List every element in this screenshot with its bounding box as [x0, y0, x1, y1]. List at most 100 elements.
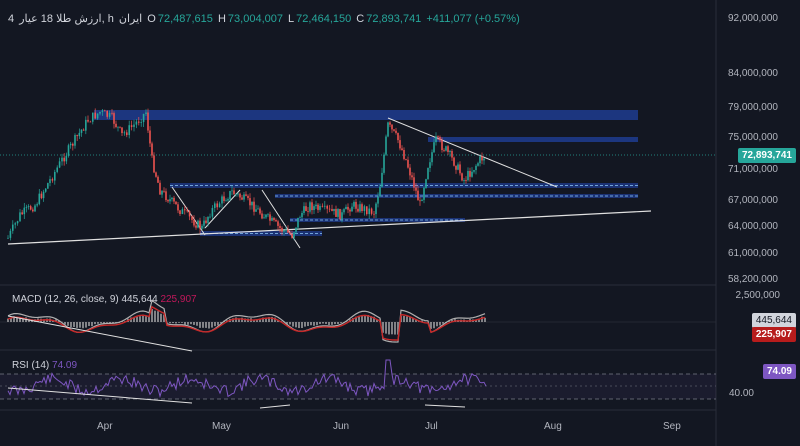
candle — [76, 135, 78, 137]
candle — [74, 135, 76, 146]
macd-histogram-bar — [304, 322, 306, 327]
candle — [293, 232, 295, 238]
candle — [265, 214, 267, 218]
candle — [223, 196, 225, 201]
close-label: C — [356, 13, 365, 25]
candle — [319, 205, 321, 210]
trading-chart[interactable]: 4 ارزش طلا 18 عیار, h ایران O 72,487,615 … — [0, 0, 800, 446]
candle — [385, 136, 387, 155]
candle — [147, 112, 149, 131]
rsi-value-tag: 74.09 — [762, 364, 796, 379]
candle — [283, 230, 285, 232]
candle — [287, 229, 289, 233]
candle — [335, 208, 337, 217]
rsi-legend: RSI (14) 74.09 — [12, 360, 77, 371]
current-price-tag: 72,893,741 — [737, 148, 796, 163]
candle — [355, 201, 357, 209]
candle — [54, 171, 56, 181]
exchange-name: ایران — [118, 13, 143, 25]
candle — [145, 112, 147, 115]
candle — [197, 220, 199, 228]
candle — [247, 195, 249, 199]
candle — [253, 201, 255, 212]
candle — [27, 206, 30, 207]
macd-histogram-bar — [217, 322, 219, 326]
macd-axis-label: 2,500,000 — [735, 290, 781, 301]
macd-histogram-bar — [208, 322, 210, 329]
candle — [469, 170, 471, 177]
macd-histogram-bar — [187, 322, 189, 325]
macd-histogram-bar — [439, 322, 441, 326]
candle — [177, 204, 179, 211]
trendline — [204, 189, 241, 229]
candle — [89, 121, 92, 123]
price-axis-label: 84,000,000 — [727, 68, 778, 79]
candle — [19, 212, 21, 222]
time-axis-label: Jun — [333, 421, 350, 432]
candle — [357, 208, 359, 212]
chart-canvas[interactable] — [0, 0, 800, 446]
candle — [413, 177, 415, 188]
macd-histogram-bar — [136, 316, 138, 322]
candle — [23, 207, 26, 215]
candle — [407, 159, 409, 168]
candle — [58, 161, 61, 168]
candle — [203, 220, 205, 226]
candle — [229, 191, 231, 200]
candle — [123, 132, 126, 134]
macd-histogram-bar — [199, 322, 201, 328]
candle — [227, 199, 229, 201]
candle — [427, 167, 429, 180]
candle — [333, 208, 335, 211]
interval-label: 4 — [8, 13, 15, 25]
candle — [241, 197, 243, 200]
candle — [40, 193, 43, 199]
candle — [94, 112, 96, 119]
candle — [383, 154, 385, 173]
open-value: 72,487,615 — [157, 13, 213, 25]
candle — [366, 206, 368, 215]
macd-histogram-bar — [79, 322, 81, 328]
candle — [151, 143, 153, 156]
macd-histogram-bar — [181, 322, 183, 323]
macd-histogram-bar — [313, 322, 315, 326]
macd-histogram-bar — [322, 322, 324, 324]
high-label: H — [217, 13, 226, 25]
candle — [479, 156, 481, 164]
candle — [173, 197, 175, 202]
candle — [9, 230, 12, 238]
candle — [324, 205, 326, 207]
rsi-axis-label: 40.00 — [728, 388, 754, 399]
candle — [339, 208, 341, 220]
candle — [326, 205, 328, 209]
candle — [195, 225, 197, 228]
candle — [281, 228, 283, 232]
candle — [399, 140, 401, 149]
candle — [368, 208, 370, 215]
candle — [471, 171, 473, 177]
candle — [393, 129, 395, 131]
rsi-trendline — [259, 404, 291, 409]
macd-histogram-bar — [85, 322, 87, 328]
candle — [193, 219, 195, 226]
candle — [245, 194, 247, 196]
candle — [457, 164, 459, 170]
candle — [121, 127, 123, 134]
candle — [315, 204, 317, 207]
candle — [439, 137, 441, 141]
candle — [299, 217, 301, 219]
candle — [155, 172, 157, 177]
candle — [347, 206, 349, 210]
candle — [235, 194, 237, 195]
macd-histogram-bar — [193, 322, 195, 325]
price-axis-label: 67,000,000 — [727, 195, 778, 206]
candle — [47, 183, 49, 189]
price-axis-label: 58,200,000 — [727, 274, 778, 285]
candle — [431, 152, 433, 163]
candle — [437, 136, 439, 138]
candle — [169, 199, 171, 202]
close-value: 72,893,741 — [366, 13, 422, 25]
candle — [205, 220, 207, 223]
candle — [379, 186, 381, 197]
candle — [138, 121, 140, 123]
